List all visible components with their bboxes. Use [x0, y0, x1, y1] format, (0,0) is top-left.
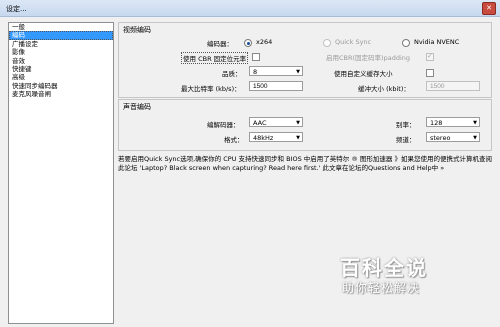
sidebar-item-video[interactable]: 影像: [9, 48, 113, 56]
encoder-label: 编码器：: [207, 40, 233, 48]
encoder-quicksync-label[interactable]: Quick Sync: [335, 38, 371, 46]
sidebar-item-quicksync[interactable]: 快速同步编码器: [9, 82, 113, 90]
sidebar-item-broadcast[interactable]: 广播设定: [9, 40, 113, 48]
quicksync-help-note: 若要启用Quick Sync选项,确保你的 CPU 支持快速同步和 BIOS 中…: [118, 155, 492, 172]
chevron-down-icon: ▼: [296, 120, 300, 126]
audio-format-value: 48kHz: [253, 134, 274, 142]
chevron-down-icon: ▼: [296, 135, 300, 141]
close-icon[interactable]: ✕: [482, 2, 496, 15]
encoder-nvenc-radio[interactable]: [402, 39, 410, 47]
window-titlebar: 设定... ✕: [0, 0, 500, 17]
cbr-checkbox[interactable]: [252, 53, 260, 61]
encoder-quicksync-radio[interactable]: [323, 39, 331, 47]
cbr-padding-checkbox[interactable]: [426, 52, 434, 61]
chevron-down-icon: ▼: [473, 120, 477, 126]
buffer-size-label: 缓冲大小 (kbit)：: [358, 85, 410, 93]
audio-channel-value: stereo: [430, 134, 451, 142]
audio-encoding-panel: 声音编码 编解码器： AAC ▼ 别率： 128 ▼ 格式： 48kHz ▼ 频…: [118, 99, 492, 151]
sidebar-item-noise-gate[interactable]: 麦克风噪音闸: [9, 90, 113, 98]
audio-bitrate-value: 128: [430, 119, 443, 127]
audio-bitrate-select[interactable]: 128 ▼: [426, 117, 480, 127]
sidebar-item-advanced[interactable]: 高级: [9, 73, 113, 81]
custom-buffer-checkbox[interactable]: [426, 69, 434, 77]
buffer-size-input[interactable]: [426, 81, 480, 91]
audio-bitrate-label: 别率：: [396, 121, 416, 129]
chevron-down-icon: ▼: [473, 135, 477, 141]
audio-codec-label: 编解码器：: [207, 121, 240, 129]
encoder-nvenc-label[interactable]: Nvidia NVENC: [414, 38, 459, 46]
video-encoding-panel: 视频编码 编码器： x264 Quick Sync Nvidia NVENC 使…: [118, 22, 492, 98]
audio-section-title: 声音编码: [123, 103, 151, 111]
audio-channel-label: 频道：: [396, 136, 416, 144]
quality-select[interactable]: 8 ▼: [249, 66, 303, 76]
settings-category-list[interactable]: 一般 编码 广播设定 影像 音效 快捷键 高级 快速同步编码器 麦克风噪音闸: [8, 22, 114, 324]
chevron-down-icon: ▼: [296, 69, 300, 75]
sidebar-item-encoding[interactable]: 编码: [9, 31, 113, 40]
max-bitrate-input[interactable]: [249, 81, 303, 91]
encoder-x264-radio[interactable]: [244, 39, 252, 47]
quality-value: 8: [253, 68, 258, 76]
audio-format-select[interactable]: 48kHz ▼: [249, 132, 303, 142]
audio-codec-select[interactable]: AAC ▼: [249, 117, 303, 127]
window-title: 设定...: [6, 5, 27, 13]
watermark-sub-text: 助你轻松解决: [342, 281, 421, 295]
cbr-label[interactable]: 使用 CBR 固定位元率: [181, 52, 249, 64]
cbr-padding-label: 启用CBR(固定码率)padding: [326, 54, 410, 62]
audio-format-label: 格式：: [224, 136, 244, 144]
audio-codec-value: AAC: [253, 119, 267, 127]
audio-channel-select[interactable]: stereo ▼: [426, 132, 480, 142]
quality-label: 品质：: [222, 70, 242, 78]
video-section-title: 视频编码: [123, 26, 151, 34]
max-bitrate-label: 最大比特率 (kb/s)：: [181, 85, 241, 93]
sidebar-item-audio[interactable]: 音效: [9, 57, 113, 65]
custom-buffer-label: 使用自定义缓存大小: [334, 70, 393, 78]
encoder-x264-label[interactable]: x264: [256, 38, 272, 46]
watermark-main-text: 百科全说: [340, 256, 428, 280]
watermark-logo: 百科全说 助你轻松解决: [340, 252, 480, 302]
